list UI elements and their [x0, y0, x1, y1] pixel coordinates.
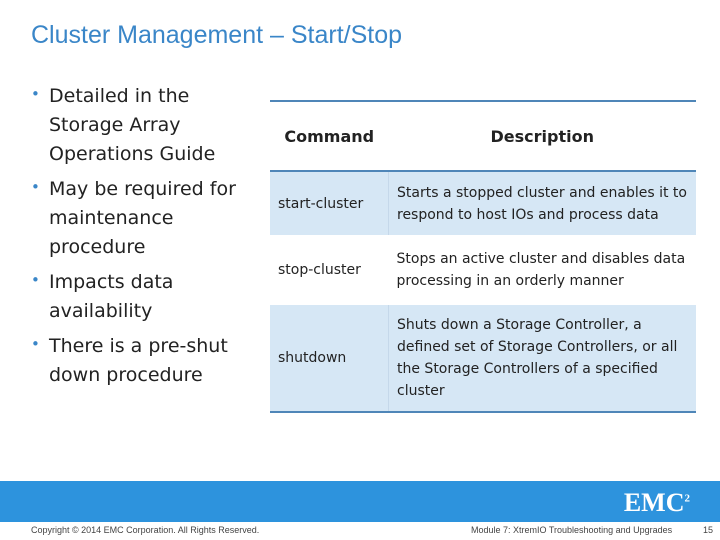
bullet-icon: •	[31, 178, 40, 196]
header-command: Command	[270, 100, 389, 172]
description-cell: Stops an active cluster and disables dat…	[396, 251, 686, 289]
command-cell: stop-cluster	[278, 262, 361, 278]
bullet-icon: •	[31, 85, 40, 103]
command-cell: start-cluster	[270, 171, 389, 235]
description-cell: Starts a stopped cluster and enables it …	[388, 171, 696, 235]
table-row: stop-cluster Stops an active cluster and …	[270, 235, 696, 305]
bullet-item: • Detailed in the Storage Array Operation…	[31, 82, 256, 169]
command-cell: shutdown	[270, 305, 389, 413]
table-row: shutdown Shuts down a Storage Controller,…	[270, 305, 696, 413]
bullet-icon: •	[31, 271, 40, 289]
command-table: Command Description start-cluster Starts a…	[270, 100, 696, 413]
emc-logo: EMC2	[623, 488, 690, 517]
table-row: start-cluster Starts a stopped cluster an…	[270, 171, 696, 235]
bullet-icon: •	[31, 335, 40, 353]
copyright: Copyright © 2014 EMC Corporation. All Ri…	[31, 525, 260, 535]
bullet-text: Impacts data availability	[49, 271, 174, 322]
header-description: Description	[388, 100, 696, 172]
footer-band: EMC2	[0, 481, 720, 522]
slide-title: Cluster Management – Start/Stop	[31, 21, 403, 49]
bullet-item: • There is a pre-shut down procedure	[31, 332, 256, 390]
module-label: Module 7: XtremIO Troubleshooting and Up…	[471, 525, 673, 535]
bullet-text: Detailed in the Storage Array Operations…	[49, 85, 216, 165]
bullet-item: • Impacts data availability	[31, 268, 256, 326]
description-cell: Shuts down a Storage Controller, a defin…	[388, 305, 696, 413]
bullet-text: There is a pre-shut down procedure	[49, 335, 228, 386]
bullet-text: May be required for maintenance procedur…	[49, 178, 236, 258]
page-number: 15	[703, 525, 714, 535]
bullet-list: • Detailed in the Storage Array Operation…	[31, 82, 256, 396]
bullet-item: • May be required for maintenance procedu…	[31, 175, 256, 262]
